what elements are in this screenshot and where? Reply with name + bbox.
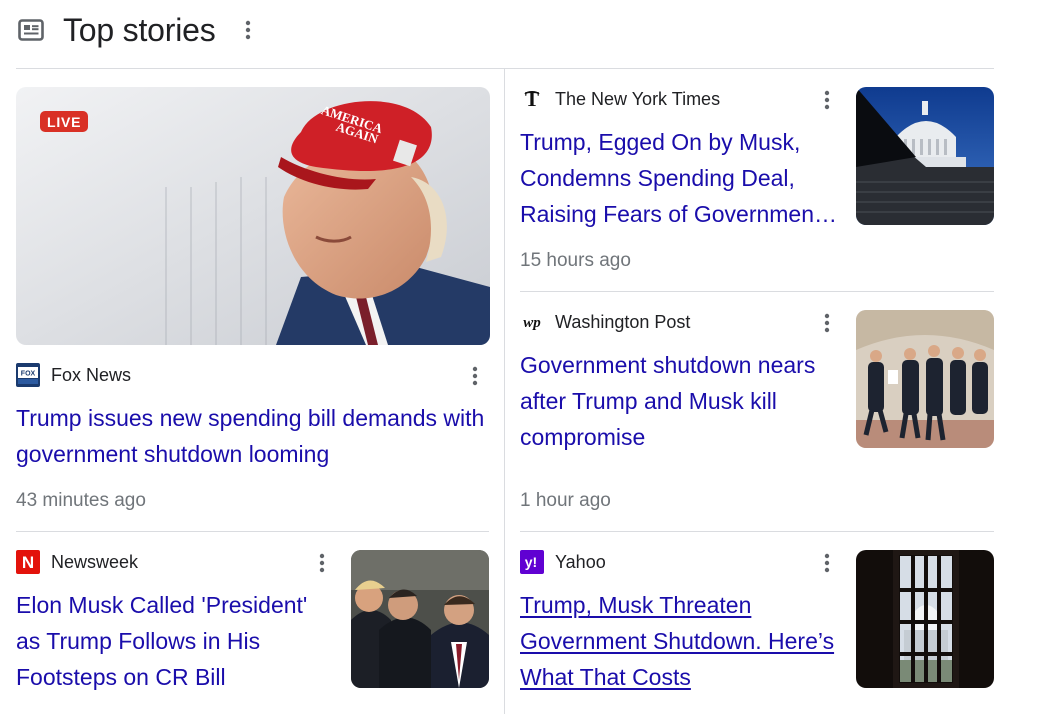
more-vert-icon: [319, 553, 325, 573]
source-name: The New York Times: [555, 88, 721, 109]
story-time-nyt: 15 hours ago: [520, 250, 631, 271]
yahoo-logo: y!: [520, 550, 544, 574]
source-name: Fox News: [51, 364, 132, 385]
more-vert-icon: [472, 366, 478, 386]
source-name: Washington Post: [555, 311, 691, 332]
story-time-wapo: 1 hour ago: [520, 490, 611, 511]
live-badge: LIVE: [40, 111, 89, 132]
more-options-button-newsweek[interactable]: [310, 548, 334, 578]
svg-text:N: N: [22, 553, 34, 572]
top-stories-header: Top stories: [16, 10, 260, 50]
story-divider: [520, 531, 994, 532]
source-name: Newsweek: [51, 551, 139, 572]
section-more-options-button[interactable]: [236, 15, 260, 45]
story-divider: [520, 291, 994, 292]
svg-text:wp: wp: [523, 315, 541, 331]
story-image-nyt[interactable]: [856, 87, 994, 225]
story-source-nyt: T The New York Times: [520, 87, 720, 111]
more-vert-icon: [824, 313, 830, 333]
more-options-button-wapo[interactable]: [815, 308, 839, 338]
story-headline-yahoo[interactable]: Trump, Musk Threaten Government Shutdown…: [520, 587, 842, 695]
story-image-newsweek[interactable]: [351, 550, 489, 688]
washington-post-logo: wp: [520, 310, 544, 334]
story-image-wapo[interactable]: [856, 310, 994, 448]
more-options-button-nyt[interactable]: [815, 85, 839, 115]
column-divider: [504, 69, 505, 714]
more-vert-icon: [824, 553, 830, 573]
more-options-button-yahoo[interactable]: [815, 548, 839, 578]
more-options-button-fox[interactable]: [463, 361, 487, 391]
section-title: Top stories: [63, 11, 216, 48]
header-divider: [16, 68, 994, 69]
story-image-yahoo[interactable]: [856, 550, 994, 688]
story-headline-nyt[interactable]: Trump, Egged On by Musk, Condemns Spendi…: [520, 124, 842, 232]
svg-text:y!: y!: [525, 554, 537, 570]
svg-text:FOX: FOX: [21, 371, 36, 378]
story-headline-fox[interactable]: Trump issues new spending bill demands w…: [16, 400, 486, 472]
story-divider: [16, 531, 489, 532]
story-headline-newsweek[interactable]: Elon Musk Called 'President' as Trump Fo…: [16, 587, 336, 695]
more-vert-icon: [824, 90, 830, 110]
story-time-fox: 43 minutes ago: [16, 490, 146, 511]
story-source-wapo: wp Washington Post: [520, 310, 690, 334]
fox-news-logo: FOX: [16, 363, 40, 387]
newsweek-logo: N: [16, 550, 40, 574]
story-headline-wapo[interactable]: Government shutdown nears after Trump an…: [520, 347, 842, 455]
newspaper-icon: [16, 17, 46, 43]
story-source-fox: FOX Fox News: [16, 363, 131, 387]
svg-text:T: T: [525, 87, 539, 111]
source-name: Yahoo: [555, 551, 606, 572]
nyt-logo: T: [520, 87, 544, 111]
more-vert-icon: [245, 20, 250, 40]
story-source-newsweek: N Newsweek: [16, 550, 138, 574]
story-source-yahoo: y! Yahoo: [520, 550, 606, 574]
story-image-fox[interactable]: AMERICA AGAIN LIVE: [16, 87, 490, 345]
